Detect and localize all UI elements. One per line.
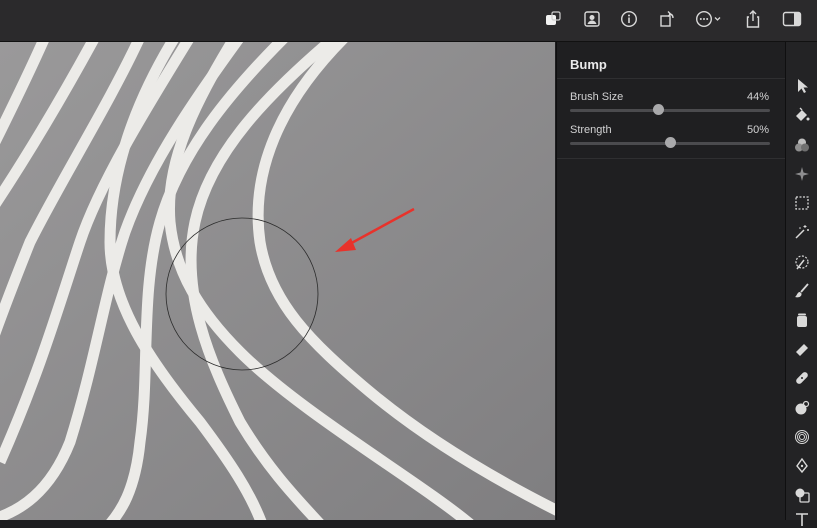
pointer-icon[interactable]: [793, 77, 811, 95]
strength-value: 50%: [746, 124, 769, 136]
bandage-icon[interactable]: [793, 369, 811, 387]
share-icon[interactable]: [740, 8, 766, 30]
brush-size-value: 44%: [746, 91, 769, 103]
top-toolbar: [0, 0, 817, 42]
photo-asphalt-lines: [0, 42, 555, 520]
divider: [557, 78, 785, 79]
rect-select-icon[interactable]: [793, 194, 811, 212]
divider: [557, 158, 785, 159]
strength-label: Strength: [570, 124, 612, 136]
clone-icon[interactable]: [793, 399, 811, 417]
tool-strip: [785, 42, 817, 526]
strength-slider[interactable]: [570, 137, 770, 149]
paint-bucket-icon[interactable]: [793, 106, 811, 124]
more-icon[interactable]: [694, 8, 726, 30]
quick-select-icon[interactable]: [793, 253, 811, 271]
sparkle-icon[interactable]: [793, 165, 811, 183]
paint-jar-icon[interactable]: [793, 311, 811, 329]
layers-icon[interactable]: [541, 8, 567, 30]
text-icon[interactable]: [793, 510, 811, 528]
brush-icon[interactable]: [793, 282, 811, 300]
color-blend-icon[interactable]: [793, 136, 811, 154]
magic-wand-icon[interactable]: [793, 223, 811, 241]
portrait-icon[interactable]: [579, 8, 605, 30]
slider-thumb[interactable]: [665, 137, 676, 148]
panel-title: Bump: [570, 57, 607, 72]
image-canvas[interactable]: [0, 42, 555, 520]
info-icon[interactable]: [616, 8, 642, 30]
rotate-icon[interactable]: [655, 8, 681, 30]
slider-track: [570, 109, 770, 112]
slider-thumb[interactable]: [653, 104, 664, 115]
shape-icon[interactable]: [793, 486, 811, 504]
bump-inspector-panel: Bump Brush Size 44% Strength 50%: [556, 42, 785, 520]
brush-size-label: Brush Size: [570, 91, 624, 103]
pen-icon[interactable]: [793, 457, 811, 475]
distort-icon[interactable]: [793, 428, 811, 446]
sidebar-icon[interactable]: [779, 8, 805, 30]
eraser-icon[interactable]: [793, 340, 811, 358]
brush-size-slider[interactable]: [570, 104, 770, 116]
